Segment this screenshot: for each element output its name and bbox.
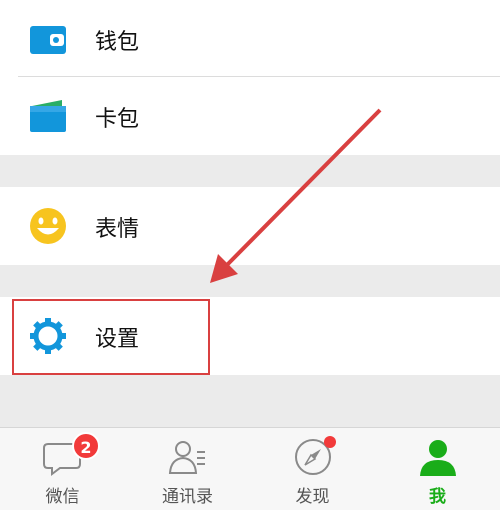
contacts-icon [168,441,205,474]
settings-highlight-box [12,299,210,375]
wallet-icon [30,26,66,54]
unread-badge: 2 [72,432,100,460]
stickers-item[interactable]: 表情 [0,187,500,265]
new-content-dot [324,436,336,448]
tab-discover[interactable]: 发现 [250,428,375,510]
wallet-cards-group: 钱包 卡包 [0,0,500,155]
cards-label: 卡包 [95,107,140,132]
tab-chats[interactable]: 2 微信 [0,428,125,510]
tab-me[interactable]: 我 [375,428,500,510]
cards-item[interactable]: 卡包 [0,77,500,155]
tab-discover-label: 发现 [295,487,330,507]
wallet-item[interactable]: 钱包 [0,0,500,76]
tab-contacts-label: 通讯录 [162,487,213,507]
bottom-tab-bar: 2 微信 通讯录 发现 我 [0,427,500,510]
me-person-icon [420,440,456,476]
stickers-label: 表情 [95,217,140,242]
tab-contacts[interactable]: 通讯录 [125,428,250,510]
card-pack-icon [30,100,66,132]
sticker-smiley-icon [30,208,66,244]
wallet-label: 钱包 [95,30,140,55]
tab-me-label: 我 [429,487,446,507]
tab-chats-label: 微信 [45,487,80,507]
